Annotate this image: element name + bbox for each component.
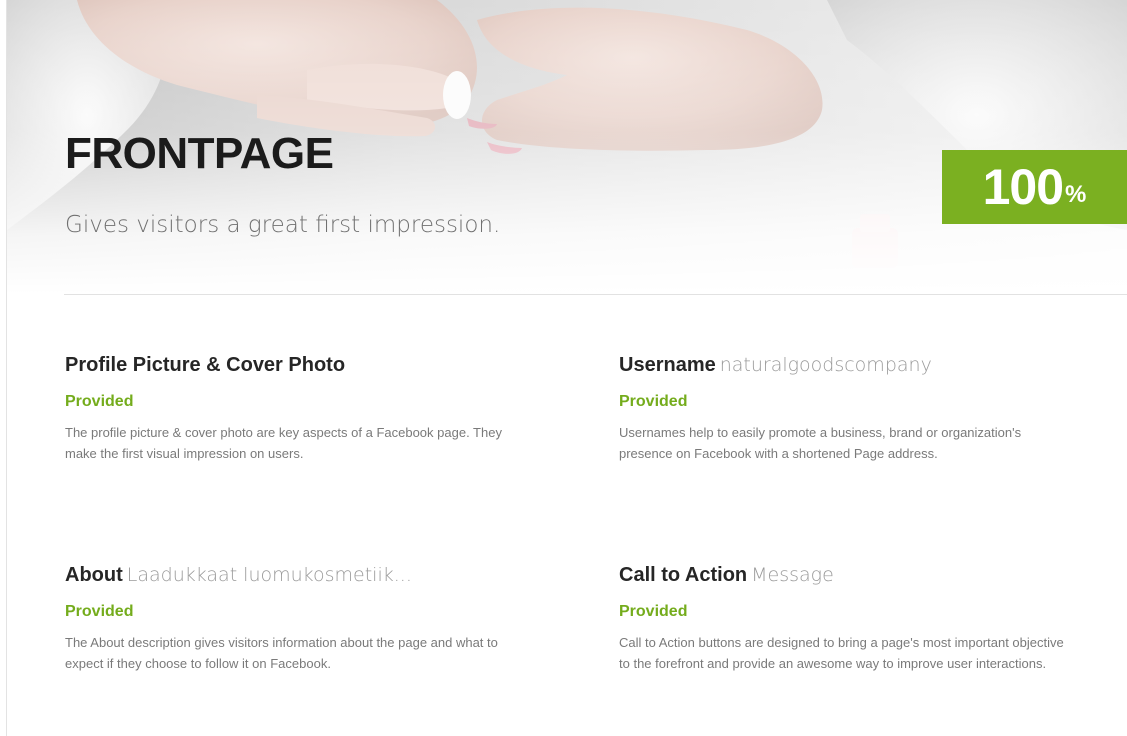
item-value: Laadukkaat luomukosmetiik...: [126, 564, 412, 586]
score-unit: %: [1065, 181, 1087, 208]
item-value: Message: [751, 564, 834, 586]
item-value: naturalgoodscompany: [719, 354, 932, 376]
item-description: Call to Action buttons are designed to b…: [619, 635, 1064, 671]
section-divider: [64, 294, 1127, 295]
item-heading: About Laadukkaat luomukosmetiik...: [65, 563, 515, 587]
page-subtitle: Gives visitors a great first impression.: [65, 212, 501, 238]
score-value: 100: [982, 159, 1064, 215]
item-status: Provided: [619, 603, 688, 620]
item-heading: Call to Action Message: [619, 563, 1069, 587]
check-item-call-to-action: Call to Action Message Provided Call to A…: [619, 563, 1069, 674]
item-status: Provided: [65, 603, 134, 620]
check-item-profile-picture: Profile Picture & Cover Photo Provided T…: [65, 353, 515, 464]
item-name: Profile Picture & Cover Photo: [65, 354, 346, 376]
item-heading: Username naturalgoodscompany: [619, 353, 1069, 377]
item-name: Username: [619, 354, 716, 376]
item-description: The About description gives visitors inf…: [65, 635, 498, 671]
page-title: FRONTPAGE: [65, 129, 334, 178]
frontpage-report: FRONTPAGE Gives visitors a great first i…: [0, 0, 1127, 736]
item-description: Usernames help to easily promote a busin…: [619, 425, 1022, 461]
item-description: The profile picture & cover photo are ke…: [65, 425, 502, 461]
item-name: About: [65, 564, 123, 586]
item-status: Provided: [65, 393, 134, 410]
item-heading: Profile Picture & Cover Photo: [65, 353, 515, 377]
item-name: Call to Action: [619, 564, 748, 586]
hero-banner: FRONTPAGE Gives visitors a great first i…: [7, 0, 1127, 294]
score-badge: 100%: [942, 150, 1127, 224]
check-item-username: Username naturalgoodscompany Provided Use…: [619, 353, 1069, 464]
item-status: Provided: [619, 393, 688, 410]
check-item-about: About Laadukkaat luomukosmetiik... Provid…: [65, 563, 515, 674]
